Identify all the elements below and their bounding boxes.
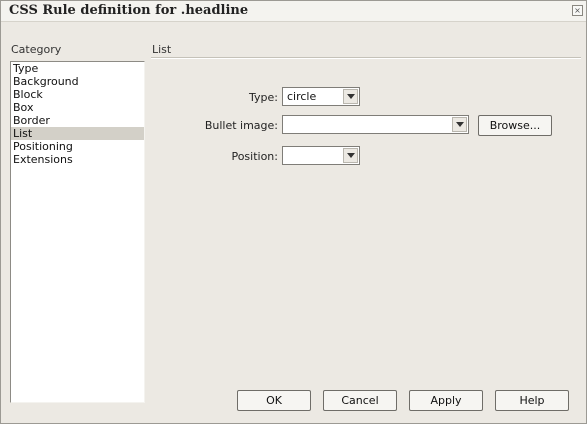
close-icon[interactable]: × xyxy=(572,5,583,16)
chevron-down-icon[interactable] xyxy=(343,89,358,104)
type-select[interactable]: circle xyxy=(282,87,360,106)
category-item-background[interactable]: Background xyxy=(11,75,144,88)
css-rule-dialog: CSS Rule definition for .headline × Cate… xyxy=(0,0,587,424)
dialog-title: CSS Rule definition for .headline xyxy=(9,3,249,18)
type-value: circle xyxy=(287,90,317,103)
heading-divider xyxy=(151,57,581,59)
position-select[interactable] xyxy=(282,146,360,165)
category-heading: Category xyxy=(11,43,62,56)
browse-button[interactable]: Browse... xyxy=(478,115,552,136)
category-item-positioning[interactable]: Positioning xyxy=(11,140,144,153)
chevron-down-icon[interactable] xyxy=(452,117,467,132)
title-bar: CSS Rule definition for .headline × xyxy=(1,1,586,22)
category-item-border[interactable]: Border xyxy=(11,114,144,127)
bullet-image-combo[interactable] xyxy=(282,115,469,134)
cancel-button[interactable]: Cancel xyxy=(323,390,397,411)
type-label: Type: xyxy=(249,91,278,104)
category-list[interactable]: Type Background Block Box Border List Po… xyxy=(10,61,145,403)
panel-heading: List xyxy=(152,43,172,56)
help-button[interactable]: Help xyxy=(495,390,569,411)
category-item-extensions[interactable]: Extensions xyxy=(11,153,144,166)
chevron-down-icon[interactable] xyxy=(343,148,358,163)
category-item-list[interactable]: List xyxy=(11,127,144,140)
apply-button[interactable]: Apply xyxy=(409,390,483,411)
position-label: Position: xyxy=(231,150,278,163)
category-item-type[interactable]: Type xyxy=(11,62,144,75)
bullet-image-label: Bullet image: xyxy=(204,119,278,132)
category-item-box[interactable]: Box xyxy=(11,101,144,114)
ok-button[interactable]: OK xyxy=(237,390,311,411)
category-item-block[interactable]: Block xyxy=(11,88,144,101)
